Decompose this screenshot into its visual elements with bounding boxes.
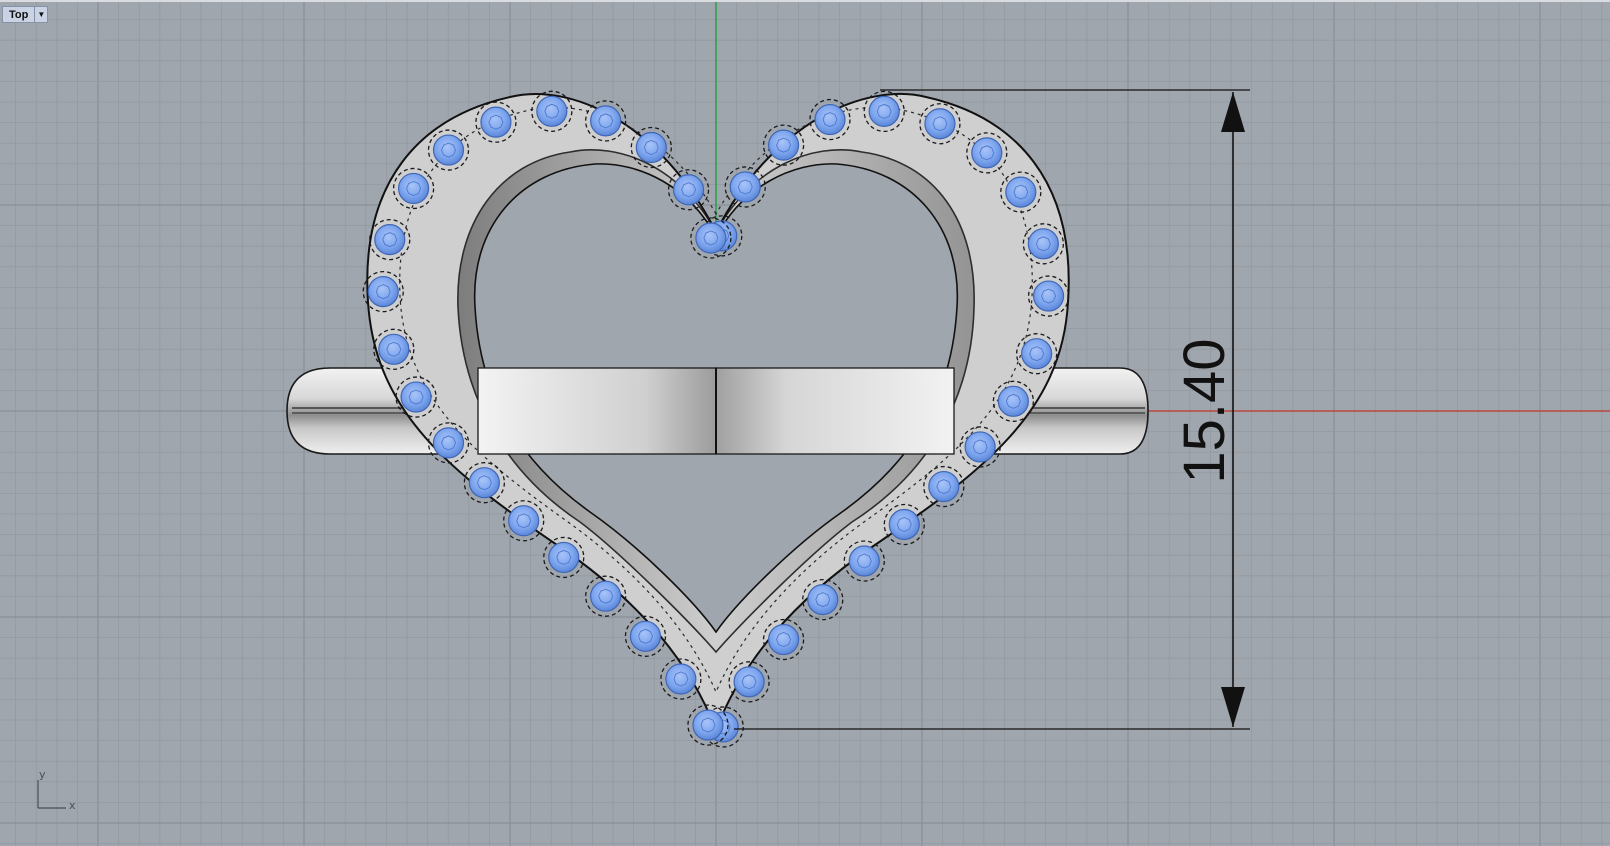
gem-stone: [378, 333, 410, 365]
gem-stone: [692, 709, 724, 741]
gem-stone: [508, 505, 540, 537]
gem-stone: [635, 131, 667, 164]
gem-stone: [374, 224, 406, 256]
gem-stone: [814, 103, 846, 136]
viewport-title-tab[interactable]: Top ▼: [2, 6, 49, 23]
gem-stone: [928, 470, 960, 503]
axis-gnomon-icon: [37, 780, 66, 809]
gem-stone: [590, 580, 622, 612]
gem-stone: [848, 545, 880, 577]
gem-stone: [468, 467, 500, 499]
gem-stone: [729, 171, 761, 203]
gem-stone: [397, 172, 430, 205]
gem-stone: [888, 508, 920, 541]
dimension-value: 15.40: [1172, 338, 1237, 483]
gem-stone: [400, 381, 432, 413]
gem-stone: [964, 431, 996, 463]
viewport-name[interactable]: Top: [3, 7, 34, 22]
gem-stone: [767, 623, 800, 656]
gem-stone: [695, 222, 727, 254]
gem-stone: [629, 620, 662, 652]
gem-stone: [971, 137, 1003, 169]
gem-stone: [767, 129, 800, 161]
gem-stone: [997, 385, 1029, 417]
gem-stone: [807, 584, 839, 616]
gem-stone: [536, 95, 568, 127]
gem-stone: [665, 663, 697, 695]
gem-stone: [672, 174, 705, 206]
gem-stone: [367, 276, 399, 308]
gem-stone: [548, 541, 580, 574]
dropdown-arrow-icon[interactable]: ▼: [34, 7, 47, 22]
gem-stone: [1005, 176, 1037, 208]
gem-stone: [924, 108, 956, 140]
y-axis-label: y: [39, 768, 46, 781]
gem-stone: [480, 106, 512, 138]
gem-stone: [1021, 338, 1053, 370]
x-axis-label: x: [69, 799, 76, 812]
top-viewport[interactable]: 15.40 y x Top ▼: [0, 0, 1610, 846]
gem-stone: [868, 95, 900, 127]
gem-stone: [432, 427, 465, 459]
gem-stone: [1032, 280, 1065, 312]
gem-stone: [733, 666, 765, 698]
gem-stone: [432, 134, 465, 166]
viewport-canvas[interactable]: 15.40: [0, 2, 1610, 846]
gem-stone: [1027, 228, 1059, 260]
gem-stone: [590, 105, 622, 137]
